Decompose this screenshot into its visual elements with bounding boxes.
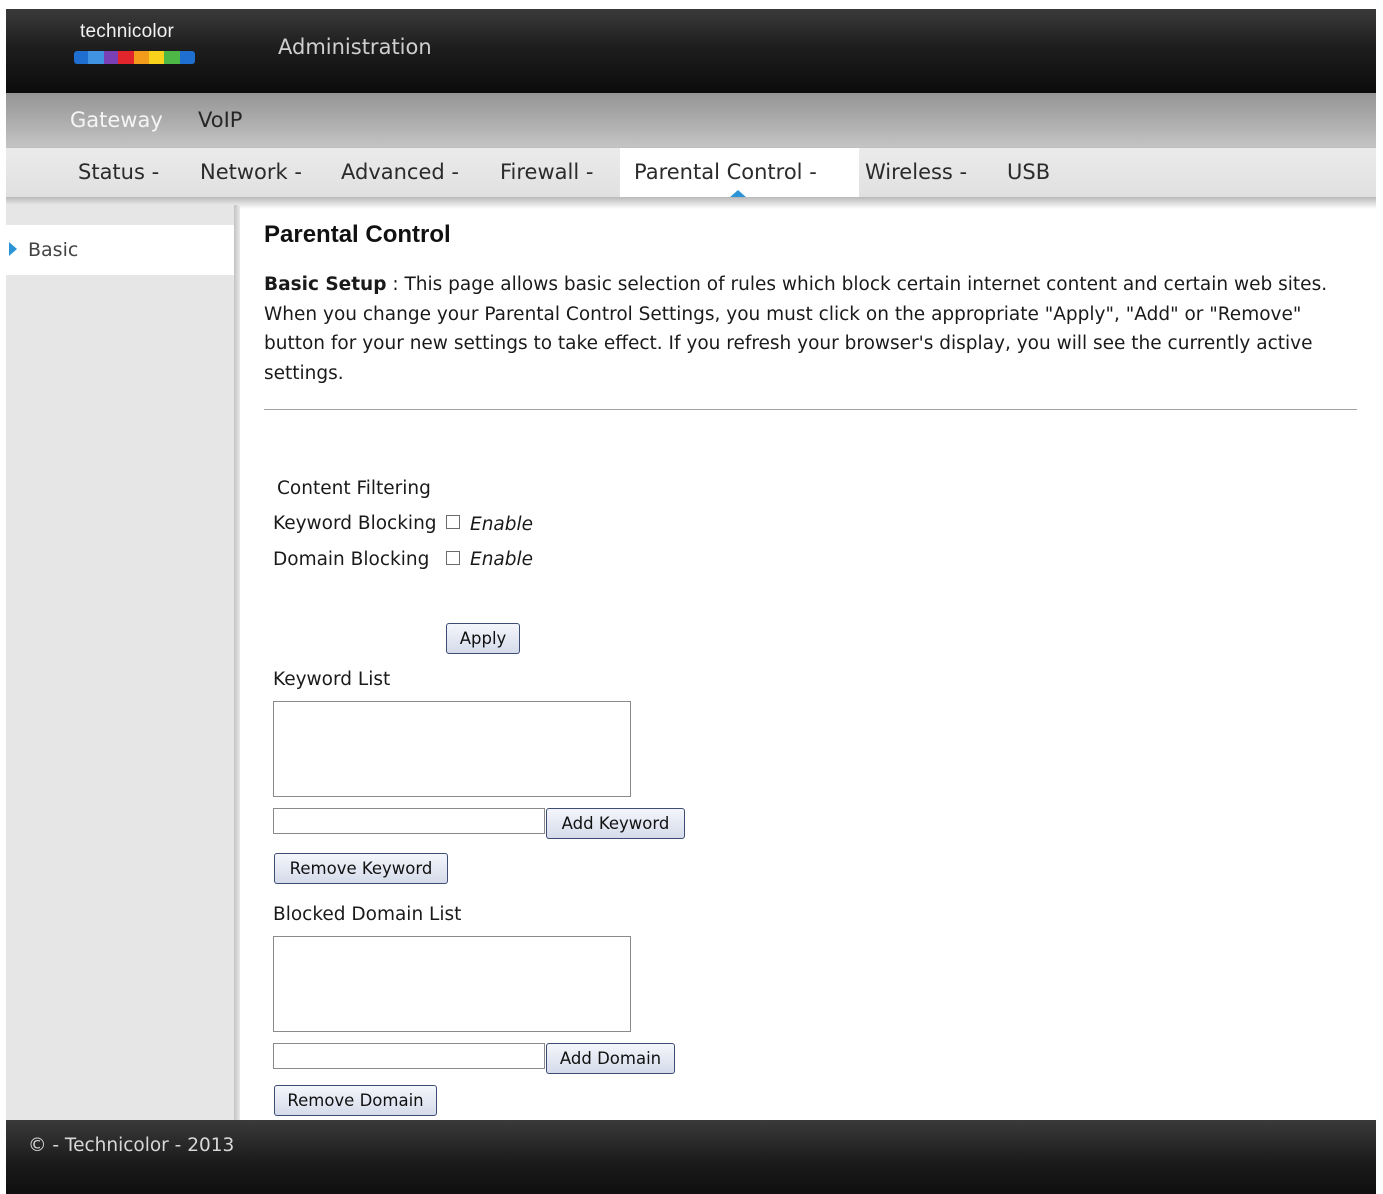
triangle-right-icon bbox=[9, 242, 17, 256]
blocked-domain-list-heading: Blocked Domain List bbox=[273, 904, 462, 925]
product-bar: Gateway VoIP bbox=[6, 93, 1376, 147]
keyword-list-heading: Keyword List bbox=[273, 669, 391, 690]
app-frame: technicolor Administration Gateway VoIP … bbox=[6, 9, 1376, 1194]
nav-usb[interactable]: USB bbox=[1007, 148, 1050, 198]
description-text: This page allows basic selection of rule… bbox=[264, 274, 1328, 384]
domain-listbox[interactable] bbox=[273, 936, 631, 1032]
domain-blocking-enable-label: Enable bbox=[470, 549, 534, 570]
remove-domain-button[interactable]: Remove Domain bbox=[274, 1085, 437, 1116]
logo-stripe bbox=[149, 51, 164, 64]
sidebar-divider bbox=[234, 205, 240, 1120]
nav-advanced[interactable]: Advanced - bbox=[341, 148, 459, 198]
brand-logo-text: technicolor bbox=[80, 21, 175, 42]
main-nav: Status - Network - Advanced - Firewall -… bbox=[6, 147, 1376, 198]
keyword-blocking-enable-label: Enable bbox=[470, 514, 534, 535]
keyword-blocking-label: Keyword Blocking bbox=[273, 513, 437, 534]
keyword-blocking-checkbox[interactable] bbox=[446, 515, 460, 529]
sidebar-item-label: Basic bbox=[28, 239, 79, 261]
footer-copyright: © - Technicolor - 2013 bbox=[28, 1135, 235, 1156]
keyword-input[interactable] bbox=[273, 808, 545, 834]
add-keyword-button[interactable]: Add Keyword bbox=[546, 808, 685, 839]
description-label: Basic Setup bbox=[264, 274, 387, 295]
domain-blocking-label: Domain Blocking bbox=[273, 549, 430, 570]
product-tab-voip[interactable]: VoIP bbox=[198, 108, 242, 132]
domain-blocking-checkbox[interactable] bbox=[446, 551, 460, 565]
nav-network[interactable]: Network - bbox=[200, 148, 302, 198]
logo-stripe bbox=[104, 51, 118, 64]
logo-stripe bbox=[74, 51, 88, 64]
apply-button[interactable]: Apply bbox=[446, 623, 520, 654]
logo-stripe bbox=[118, 51, 134, 64]
logo-stripe bbox=[134, 51, 149, 64]
page-description: Basic Setup : This page allows basic sel… bbox=[264, 270, 1359, 388]
description-separator: : bbox=[386, 274, 405, 295]
sidebar-item-basic[interactable]: Basic bbox=[6, 225, 234, 275]
logo-stripe bbox=[164, 51, 180, 64]
top-header: technicolor Administration bbox=[6, 9, 1376, 93]
footer: © - Technicolor - 2013 bbox=[6, 1120, 1376, 1194]
domain-input[interactable] bbox=[273, 1043, 545, 1069]
page-title: Parental Control bbox=[264, 221, 451, 248]
keyword-listbox[interactable] bbox=[273, 701, 631, 797]
sidebar: Basic bbox=[6, 205, 234, 1120]
nav-wireless[interactable]: Wireless - bbox=[865, 148, 967, 198]
add-domain-button[interactable]: Add Domain bbox=[546, 1043, 675, 1074]
remove-keyword-button[interactable]: Remove Keyword bbox=[274, 853, 448, 884]
logo-stripe bbox=[88, 51, 104, 64]
nav-firewall[interactable]: Firewall - bbox=[500, 148, 593, 198]
nav-parental-control[interactable]: Parental Control - bbox=[620, 148, 859, 198]
section-divider bbox=[264, 409, 1357, 410]
product-tab-gateway[interactable]: Gateway bbox=[70, 108, 163, 132]
content-filtering-heading: Content Filtering bbox=[277, 478, 431, 499]
nav-status[interactable]: Status - bbox=[78, 148, 159, 198]
nav-parental-control-label: Parental Control - bbox=[634, 160, 817, 184]
logo-stripe bbox=[180, 51, 195, 64]
header-title: Administration bbox=[278, 35, 432, 59]
brand-logo-bar bbox=[74, 51, 195, 64]
